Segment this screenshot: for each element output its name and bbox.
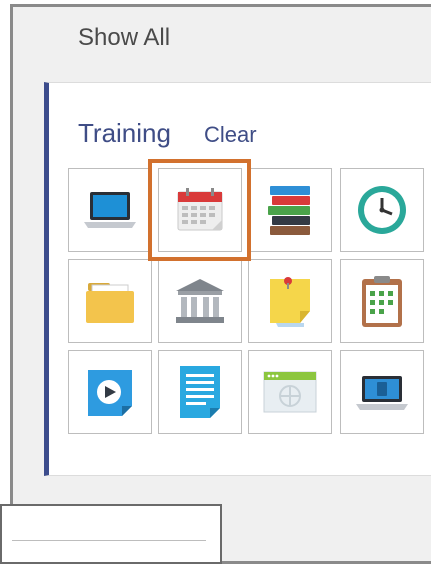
tile-photo-folder[interactable] (68, 259, 152, 343)
tile-video[interactable] (68, 350, 152, 434)
photo-folder-icon (86, 283, 134, 323)
tile-sticky-note[interactable] (248, 259, 332, 343)
tile-books[interactable] (248, 168, 332, 252)
laptop-app-icon (356, 376, 408, 410)
tile-museum[interactable] (158, 259, 242, 343)
training-title: Training (78, 118, 171, 148)
tile-clock[interactable] (340, 168, 424, 252)
divider (12, 540, 206, 541)
bottom-panel (0, 504, 222, 564)
clipboard-icon (362, 276, 402, 327)
museum-icon (176, 279, 224, 323)
laptop-icon (84, 192, 136, 228)
tile-laptop[interactable] (68, 168, 152, 252)
sticky-note-icon (270, 277, 310, 327)
web-page-icon (263, 371, 317, 413)
document-icon (180, 366, 220, 418)
tile-document[interactable] (158, 350, 242, 434)
show-all-link[interactable]: Show All (78, 24, 170, 52)
tile-clipboard[interactable] (340, 259, 424, 343)
books-icon (268, 186, 310, 235)
selected-tile-highlight (148, 159, 251, 261)
video-play-icon (88, 370, 132, 416)
tile-web-page[interactable] (248, 350, 332, 434)
clock-icon (358, 186, 406, 234)
clear-button[interactable]: Clear (204, 122, 257, 148)
tile-laptop-app[interactable] (340, 350, 424, 434)
